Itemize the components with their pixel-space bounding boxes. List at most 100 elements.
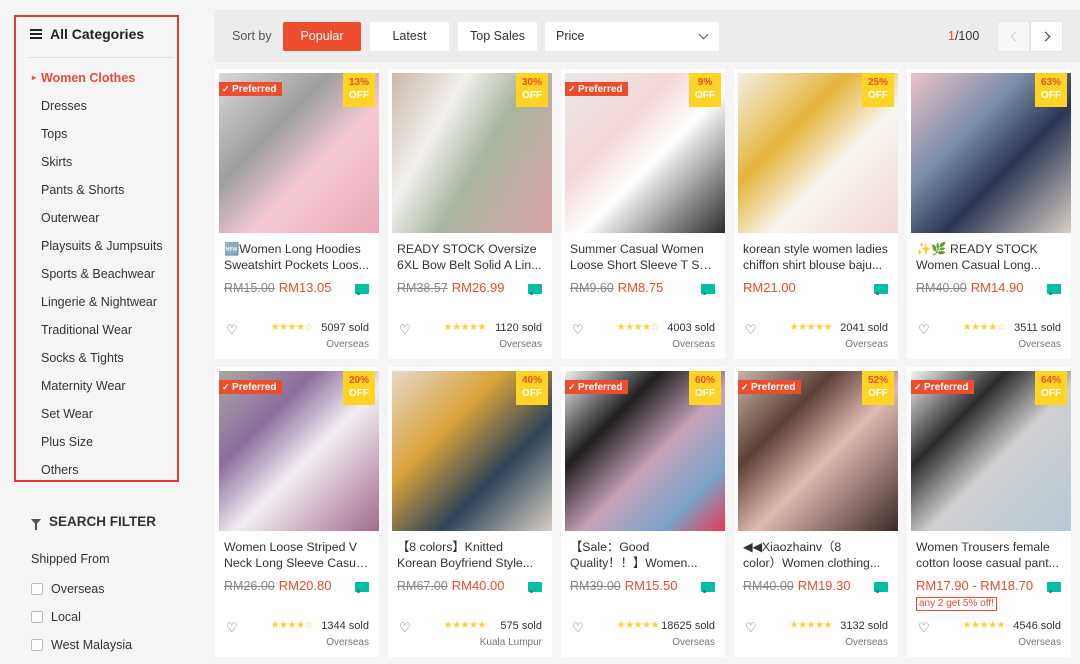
heart-icon[interactable]: ♡: [399, 620, 411, 636]
product-image[interactable]: 40% OFF: [392, 371, 552, 531]
heart-icon[interactable]: ♡: [226, 620, 238, 636]
product-name[interactable]: Women Trousers female cotton loose casual…: [916, 539, 1064, 571]
product-name[interactable]: Summer Casual Women Loose Short Sleeve T …: [570, 241, 718, 273]
sort-by-label: Sort by: [232, 29, 272, 43]
free-shipping-icon: [701, 582, 715, 593]
product-card[interactable]: 63% OFF ✨🌿 READY STOCK Women Casual Long...…: [907, 69, 1071, 359]
price-sort-select[interactable]: Price: [545, 22, 719, 51]
rating-stars: ★★★★☆: [270, 322, 314, 333]
product-image[interactable]: 63% OFF: [911, 73, 1071, 233]
category-item-skirts[interactable]: Skirts: [16, 151, 177, 179]
heart-icon[interactable]: ♡: [226, 322, 238, 338]
product-image[interactable]: Preferred 9% OFF: [565, 73, 725, 233]
category-item-maternity-wear[interactable]: Maternity Wear: [16, 375, 177, 403]
product-image[interactable]: Preferred 13% OFF: [219, 73, 379, 233]
discount-off-label: OFF: [695, 388, 715, 399]
product-card[interactable]: Preferred 52% OFF ◀◀Xiaozhainv（8 color）Women…: [734, 367, 898, 657]
product-name-line: Korean Boyfriend Style...: [397, 556, 534, 570]
checkbox[interactable]: [31, 583, 43, 595]
category-item-women-clothes[interactable]: ▸ Women Clothes: [16, 67, 177, 95]
product-name-line: cotton loose casual pant...: [916, 556, 1059, 570]
category-item-others[interactable]: Others: [16, 459, 177, 487]
product-card[interactable]: Preferred 20% OFF Women Loose Striped V Neck…: [215, 367, 379, 657]
category-label: Others: [41, 463, 79, 477]
product-name[interactable]: READY STOCK Oversize 6XL Bow Belt Solid A…: [397, 241, 545, 273]
product-image[interactable]: Preferred 20% OFF: [219, 371, 379, 531]
shipped-option-label: West Malaysia: [51, 638, 133, 652]
product-card[interactable]: Preferred 13% OFF 🆕Women Long Hoodies Sweats…: [215, 69, 379, 359]
prev-page-button[interactable]: [997, 21, 1030, 52]
sort-top-sales-button[interactable]: Top Sales: [458, 22, 537, 51]
heart-icon[interactable]: ♡: [918, 620, 930, 636]
category-label: Sports & Beachwear: [41, 267, 155, 281]
product-name[interactable]: ✨🌿 READY STOCK Women Casual Long...: [916, 241, 1064, 273]
category-item-set-wear[interactable]: Set Wear: [16, 403, 177, 431]
category-item-playsuits[interactable]: Playsuits & Jumpsuits: [16, 235, 177, 263]
product-image[interactable]: 25% OFF: [738, 73, 898, 233]
sale-price: RM8.75: [617, 280, 664, 295]
product-card[interactable]: 40% OFF 【8 colors】Knitted Korean Boyfriend …: [388, 367, 552, 657]
preferred-badge: Preferred: [219, 380, 282, 394]
shipped-option-local[interactable]: Local: [31, 610, 81, 624]
category-item-socks-tights[interactable]: Socks & Tights: [16, 347, 177, 375]
product-name-line: Women Trousers female: [916, 540, 1050, 554]
sale-price: RM15.50: [624, 578, 678, 593]
category-item-traditional-wear[interactable]: Traditional Wear: [16, 319, 177, 347]
product-image[interactable]: Preferred 64% OFF: [911, 371, 1071, 531]
category-item-plus-size[interactable]: Plus Size: [16, 431, 177, 459]
discount-badge: 40% OFF: [516, 371, 548, 405]
shipped-option-west-malaysia[interactable]: West Malaysia: [31, 638, 132, 652]
all-categories-header[interactable]: All Categories: [30, 26, 144, 42]
list-icon: [30, 29, 42, 39]
product-name[interactable]: korean style women ladies chiffon shirt b…: [743, 241, 891, 273]
category-item-dresses[interactable]: Dresses: [16, 95, 177, 123]
discount-percent: 9%: [697, 77, 713, 88]
shipped-option-overseas[interactable]: Overseas: [31, 582, 105, 596]
checkbox[interactable]: [31, 639, 43, 651]
original-price: RM38.57: [397, 281, 448, 295]
product-name[interactable]: 【Sale：Good Quality！！】Women...: [570, 539, 718, 571]
discount-percent: 25%: [867, 77, 888, 88]
product-image[interactable]: Preferred 52% OFF: [738, 371, 898, 531]
free-shipping-icon: [355, 284, 369, 295]
free-shipping-icon: [1047, 284, 1061, 295]
checkbox[interactable]: [31, 611, 43, 623]
product-card[interactable]: Preferred 64% OFF Women Trousers female cott…: [907, 367, 1071, 657]
discount-badge: 52% OFF: [862, 371, 894, 405]
category-item-lingerie[interactable]: Lingerie & Nightwear: [16, 291, 177, 319]
heart-icon[interactable]: ♡: [572, 322, 584, 338]
category-item-outerwear[interactable]: Outerwear: [16, 207, 177, 235]
product-card[interactable]: 30% OFF READY STOCK Oversize 6XL Bow Belt S…: [388, 69, 552, 359]
heart-icon[interactable]: ♡: [399, 322, 411, 338]
heart-icon[interactable]: ♡: [745, 322, 757, 338]
product-name[interactable]: 🆕Women Long Hoodies Sweatshirt Pockets Lo…: [224, 241, 372, 273]
product-card[interactable]: Preferred 60% OFF 【Sale：Good Quality！！】Women…: [561, 367, 725, 657]
price-row: RM21.00: [743, 280, 796, 295]
category-item-tops[interactable]: Tops: [16, 123, 177, 151]
heart-icon[interactable]: ♡: [745, 620, 757, 636]
original-price: RM67.00: [397, 579, 448, 593]
heart-icon[interactable]: ♡: [572, 620, 584, 636]
product-card[interactable]: 25% OFF korean style women ladies chiffon s…: [734, 69, 898, 359]
product-card[interactable]: Preferred 9% OFF Summer Casual Women Loose S…: [561, 69, 725, 359]
price-row: RM67.00 RM40.00: [397, 578, 504, 593]
sort-latest-button[interactable]: Latest: [370, 22, 449, 51]
price-row: RM9.60 RM8.75: [570, 280, 663, 295]
ship-location: Overseas: [672, 637, 715, 648]
sort-popular-button[interactable]: Popular: [283, 22, 361, 51]
category-item-sports-beachwear[interactable]: Sports & Beachwear: [16, 263, 177, 291]
heart-icon[interactable]: ♡: [918, 322, 930, 338]
category-item-pants-shorts[interactable]: Pants & Shorts: [16, 179, 177, 207]
free-shipping-icon: [701, 284, 715, 295]
price-row: RM40.00 RM14.90: [916, 280, 1023, 295]
product-image[interactable]: Preferred 60% OFF: [565, 371, 725, 531]
product-image[interactable]: 30% OFF: [392, 73, 552, 233]
product-name[interactable]: Women Loose Striped V Neck Long Sleeve Ca…: [224, 539, 372, 571]
sale-price: RM21.00: [743, 280, 796, 295]
rating-stars: ★★★★☆: [962, 322, 1006, 333]
sold-count: 5097 sold: [321, 322, 369, 334]
product-name[interactable]: 【8 colors】Knitted Korean Boyfriend Style.…: [397, 539, 545, 571]
next-page-button[interactable]: [1030, 21, 1063, 52]
product-name[interactable]: ◀◀Xiaozhainv（8 color）Women clothing...: [743, 539, 891, 571]
rating-stars: ★★★★☆: [270, 620, 314, 631]
